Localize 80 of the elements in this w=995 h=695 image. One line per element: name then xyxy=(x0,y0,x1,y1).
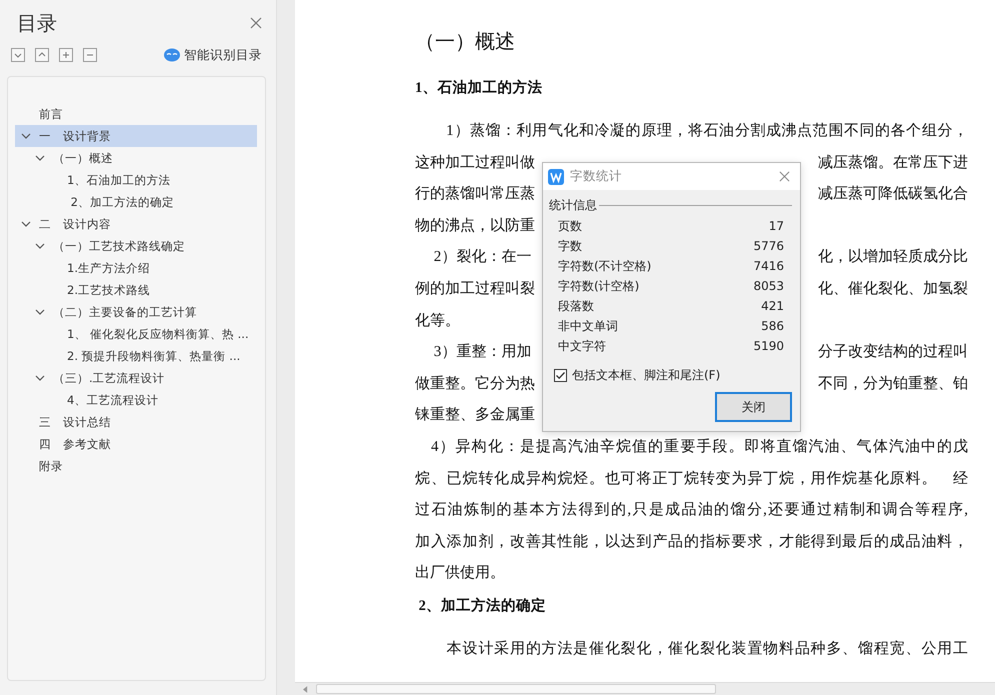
stat-label: 中文字符 xyxy=(558,338,606,354)
toc-item[interactable]: 2. 预提升段物料衡算、热量衡 ... xyxy=(15,345,257,367)
robot-icon xyxy=(164,48,180,62)
subsection-heading: 2、加工方法的确定 xyxy=(418,596,547,616)
chevron-icon[interactable] xyxy=(35,241,45,251)
text-line: 减压蒸馏。在常压下进 xyxy=(818,154,968,173)
chevron-icon[interactable] xyxy=(21,219,31,229)
section-heading: （一）概述 xyxy=(415,30,516,55)
stat-value: 421 xyxy=(761,299,784,313)
toc-item[interactable]: 1.生产方法介绍 xyxy=(15,257,257,279)
chevron-icon[interactable] xyxy=(35,373,45,383)
toc-item[interactable]: 一 设计背景 xyxy=(15,125,257,147)
stat-value: 5190 xyxy=(753,339,784,353)
group-label: 统计信息 xyxy=(549,196,597,214)
text-line: 行的蒸馏叫常压蒸 xyxy=(415,184,535,204)
text-line: 烷、已烷转化成异构烷烃。也可将正丁烷转变为异丁烷，用作烷基化原料。 经 xyxy=(415,470,968,489)
text-line: 化，以增加轻质成分比 xyxy=(818,248,968,268)
app-logo-icon xyxy=(548,168,564,184)
chevron-icon[interactable] xyxy=(21,131,31,141)
stat-value: 17 xyxy=(768,219,784,233)
toc-item[interactable]: （二）主要设备的工艺计算 xyxy=(15,301,257,323)
subsection-heading: 1、石油加工的方法 xyxy=(415,78,544,98)
text-line: 2）裂化：在一 xyxy=(432,248,532,268)
expand-all-icon[interactable] xyxy=(11,48,25,62)
text-line: 3）重整：用加 xyxy=(432,342,532,362)
checkbox-icon[interactable] xyxy=(554,368,567,382)
text-line: 不同，分为铂重整、铂 xyxy=(818,374,968,394)
stat-label: 段落数 xyxy=(558,298,594,314)
chevron-icon[interactable] xyxy=(35,307,45,317)
scrollbar[interactable] xyxy=(276,0,295,695)
plus-icon[interactable] xyxy=(59,48,73,62)
include-checkbox[interactable]: 包括文本框、脚注和尾注(F) xyxy=(549,366,792,384)
stat-value: 7416 xyxy=(753,259,784,273)
stat-label: 页数 xyxy=(558,218,582,234)
toc-item[interactable]: 1、 催化裂化反应物料衡算、热 ... xyxy=(15,323,257,345)
stat-value: 5776 xyxy=(753,239,784,253)
text-line: 做重整。它分为热 xyxy=(415,374,535,394)
toc-item[interactable]: 2.工艺技术路线 xyxy=(15,279,257,301)
text-line: 本设计采用的方法是催化裂化，催化裂化装置物料品种多、馏程宽、公用工 xyxy=(446,639,968,659)
text-line: 化、催化裂化、加氢裂 xyxy=(818,280,968,299)
stat-value: 586 xyxy=(761,319,784,333)
chevron-icon[interactable] xyxy=(35,153,45,163)
stat-label: 非中文单词 xyxy=(558,318,618,334)
text-line: 出厂供使用。 xyxy=(415,565,505,582)
toc-item[interactable]: 附录 xyxy=(15,455,257,477)
text-line: 加入添加剂，改善其性能，以达到产品的指标要求，才能得到最后的成品油料， xyxy=(415,532,968,552)
toc-item[interactable]: 三 设计总结 xyxy=(15,411,257,433)
minus-icon[interactable] xyxy=(83,48,97,62)
stat-value: 8053 xyxy=(753,279,784,293)
text-line: 例的加工过程叫裂 xyxy=(415,280,535,299)
collapse-all-icon[interactable] xyxy=(35,48,49,62)
toc-item[interactable]: 四 参考文献 xyxy=(15,433,257,455)
toc-item[interactable]: 前言 xyxy=(15,103,257,125)
text-line: 过石油炼制的基本方法得到的,只是成品油的馏分,还要通过精制和调合等程序, xyxy=(415,500,968,520)
text-line: 化等。 xyxy=(415,312,460,329)
stat-label: 字数 xyxy=(558,238,582,254)
scrollbar[interactable] xyxy=(295,682,995,695)
stat-label: 字符数(计空格) xyxy=(558,278,640,294)
text-line: 这种加工过程叫做 xyxy=(415,154,535,173)
close-button[interactable]: 关闭 xyxy=(715,392,792,422)
text-line: 分子改变结构的过程叫 xyxy=(818,342,968,362)
close-icon[interactable] xyxy=(779,171,790,182)
panel-title: 目录 xyxy=(17,10,57,36)
stat-label: 字符数(不计空格) xyxy=(558,258,652,274)
smart-toc-button[interactable]: 智能识别目录 xyxy=(164,46,262,64)
left-arrow-icon[interactable] xyxy=(303,686,308,692)
dialog-title: 字数统计 xyxy=(570,168,622,185)
text-line: 铼重整、多金属重 xyxy=(415,406,535,426)
close-icon[interactable] xyxy=(250,17,262,29)
toc-item[interactable]: （一）工艺技术路线确定 xyxy=(15,235,257,257)
toc-item[interactable]: 二 设计内容 xyxy=(15,213,257,235)
text-line: 4）异构化：是提高汽油辛烷值的重要手段。即将直馏汽油、气体汽油中的戊 xyxy=(430,437,968,457)
toc-item[interactable]: 4、工艺流程设计 xyxy=(15,389,257,411)
text-line: 物的沸点，以防重 xyxy=(415,216,535,236)
toc-item[interactable]: 2、加工方法的确定 xyxy=(15,191,257,213)
text-line: 1）蒸馏：利用气化和冷凝的原理，将石油分割成沸点范围不同的各个组分， xyxy=(445,122,968,141)
text-line: 减压蒸可降低碳氢化合 xyxy=(818,184,968,204)
toc-item[interactable]: （三）.工艺流程设计 xyxy=(15,367,257,389)
toc-item[interactable]: （一）概述 xyxy=(15,147,257,169)
toc-item[interactable]: 1、石油加工的方法 xyxy=(15,169,257,191)
